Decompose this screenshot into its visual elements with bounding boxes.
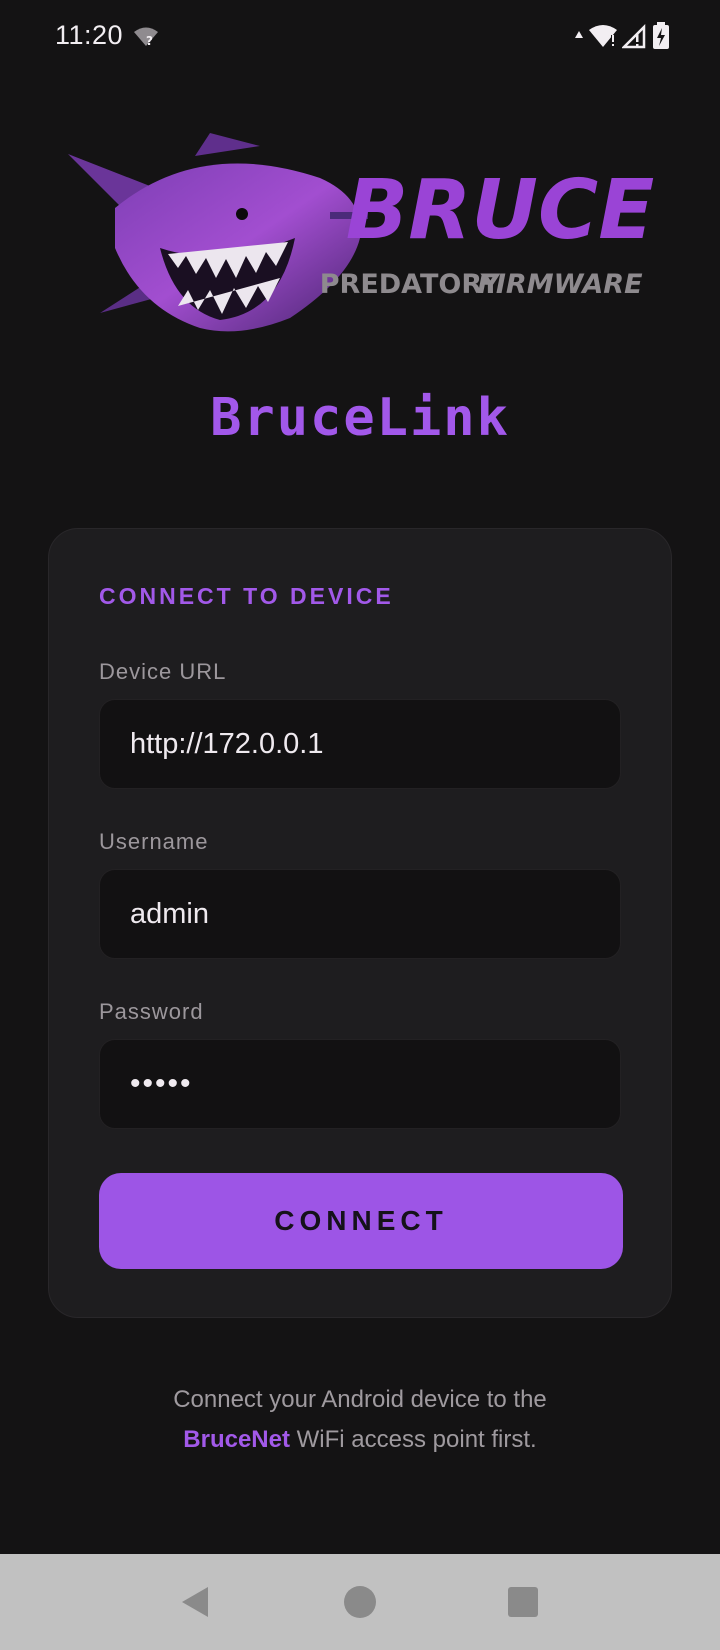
bruce-logo: BRUCE PREDATORY FIRMWARE — [60, 128, 660, 360]
navigation-bar — [0, 1554, 720, 1650]
svg-text:?: ? — [146, 34, 153, 48]
logo-brand-text: BRUCE — [346, 163, 654, 258]
recents-icon — [508, 1587, 538, 1617]
status-bar: 11:20 ? — [0, 0, 720, 76]
hint-network-name: BruceNet — [183, 1426, 290, 1453]
username-input[interactable]: admin — [99, 869, 621, 959]
signal-alert-icon — [620, 23, 648, 54]
status-time: 11:20 — [55, 20, 124, 50]
username-label: Username — [99, 829, 209, 854]
wifi-alert-icon — [588, 23, 618, 54]
logo-tagline-1: PREDATORY — [320, 269, 501, 300]
data-up-icon — [574, 29, 584, 48]
password-label: Password — [99, 999, 204, 1024]
app-title: BruceLink — [210, 388, 510, 448]
connect-card: CONNECT TO DEVICE Device URL http://172.… — [48, 528, 672, 1318]
home-button[interactable] — [310, 1554, 410, 1650]
back-button[interactable] — [145, 1554, 245, 1650]
hint-line-2-rest: WiFi access point first. — [289, 1426, 537, 1453]
hint-line-1: Connect your Android device to the — [173, 1386, 547, 1413]
battery-charging-icon — [652, 22, 670, 55]
connection-hint: Connect your Android device to the Bruce… — [0, 1380, 720, 1460]
password-input[interactable]: ••••• — [99, 1039, 621, 1129]
back-icon — [182, 1587, 208, 1617]
connect-button[interactable]: CONNECT — [99, 1173, 623, 1269]
device-url-label: Device URL — [99, 659, 227, 684]
device-url-input[interactable]: http://172.0.0.1 — [99, 699, 621, 789]
logo-tagline-2: FIRMWARE — [477, 269, 643, 300]
recents-button[interactable] — [473, 1554, 573, 1650]
hint-line-2: BruceNet WiFi access point first. — [0, 1420, 720, 1460]
shark-icon — [68, 133, 368, 332]
card-heading: CONNECT TO DEVICE — [99, 583, 394, 609]
wifi-unknown-icon: ? — [132, 26, 160, 53]
home-icon — [344, 1586, 376, 1618]
